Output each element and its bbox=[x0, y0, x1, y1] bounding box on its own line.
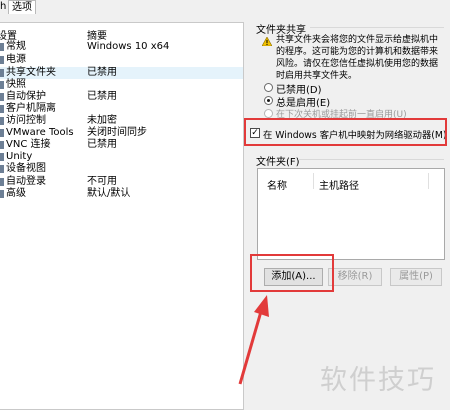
list-item-summary: 关闭时间同步 bbox=[87, 127, 147, 138]
list-item-name: VNC 连接 bbox=[6, 139, 51, 150]
snapshot-icon bbox=[0, 81, 4, 89]
warning-text-line4: 时启用共享文件夹。 bbox=[276, 71, 358, 81]
folder-properties-button[interactable]: 属性(P) bbox=[390, 268, 442, 286]
group-divider bbox=[310, 27, 444, 28]
column-header-summary[interactable]: 摘要 bbox=[87, 27, 107, 42]
list-item-advanced[interactable]: 高级 默认/默认 bbox=[0, 188, 243, 200]
list-item-general[interactable]: 常规 Windows 10 x64 bbox=[0, 41, 243, 53]
column-header-name[interactable]: 名称 bbox=[267, 177, 287, 192]
list-item-summary: Windows 10 x64 bbox=[87, 41, 170, 52]
list-item-autologin[interactable]: 自动登录 不可用 bbox=[0, 176, 243, 188]
vmware-tools-icon bbox=[0, 129, 4, 137]
list-item-shared-folders[interactable]: 共享文件夹 已禁用 bbox=[0, 67, 243, 79]
list-item-summary: 已禁用 bbox=[87, 139, 117, 150]
highlight-box-map-drive bbox=[244, 118, 447, 146]
list-item-guest-isolation[interactable]: 客户机隔离 bbox=[0, 103, 243, 115]
list-item-name: 设备视图 bbox=[6, 163, 46, 174]
settings-list: 设置 摘要 常规 Windows 10 x64 电源 共享文件夹 已禁用 快照 … bbox=[0, 22, 244, 410]
tab-options[interactable]: 选项 bbox=[8, 0, 36, 14]
list-item-name: 自动保护 bbox=[6, 91, 46, 102]
autologin-icon bbox=[0, 178, 4, 186]
power-icon bbox=[0, 56, 4, 64]
folders-group-title: 文件夹(F) bbox=[256, 157, 300, 168]
list-item-snapshots[interactable]: 快照 bbox=[0, 79, 243, 91]
list-item-name: 电源 bbox=[6, 54, 26, 65]
remove-folder-button[interactable]: 移除(R) bbox=[328, 268, 382, 286]
list-item-name: 常规 bbox=[6, 41, 26, 52]
tab-hardware-partial[interactable]: h bbox=[0, 0, 6, 13]
list-item-name: 自动登录 bbox=[6, 176, 46, 187]
list-item-name: 共享文件夹 bbox=[6, 67, 56, 78]
list-item-summary: 未加密 bbox=[87, 115, 117, 126]
watermark: 软件技巧 bbox=[320, 365, 436, 396]
list-item-summary: 已禁用 bbox=[87, 67, 117, 78]
column-header-setting[interactable]: 设置 bbox=[0, 27, 17, 42]
list-item-vmware-tools[interactable]: VMware Tools 关闭时间同步 bbox=[0, 127, 243, 139]
vnc-icon bbox=[0, 141, 4, 149]
list-item-access-control[interactable]: 访问控制 未加密 bbox=[0, 115, 243, 127]
list-item-vnc[interactable]: VNC 连接 已禁用 bbox=[0, 139, 243, 151]
shared-folder-icon bbox=[0, 69, 4, 77]
list-item-summary: 默认/默认 bbox=[87, 188, 131, 199]
list-item-summary: 不可用 bbox=[87, 176, 117, 187]
list-item-autoprotect[interactable]: 自动保护 已禁用 bbox=[0, 91, 243, 103]
list-item-summary: 已禁用 bbox=[87, 91, 117, 102]
list-item-power[interactable]: 电源 bbox=[0, 54, 243, 66]
arrow-annotation-icon bbox=[238, 295, 269, 385]
list-item-name: 访问控制 bbox=[6, 115, 46, 126]
column-header-host-path[interactable]: 主机路径 bbox=[319, 177, 359, 192]
group-divider bbox=[298, 159, 444, 160]
radio-until-poweroff[interactable] bbox=[264, 109, 273, 118]
shared-folders-list[interactable]: 名称 主机路径 bbox=[257, 168, 445, 260]
list-item-unity[interactable]: Unity bbox=[0, 151, 243, 163]
list-item-name: VMware Tools bbox=[6, 127, 74, 138]
radio-always-enabled[interactable] bbox=[264, 96, 273, 105]
highlight-box-add bbox=[250, 254, 334, 292]
radio-disabled[interactable] bbox=[264, 83, 273, 92]
warning-icon bbox=[262, 37, 272, 46]
tab-strip bbox=[0, 0, 450, 14]
list-item-name: 快照 bbox=[6, 79, 26, 90]
unity-icon bbox=[0, 153, 4, 161]
column-divider bbox=[428, 173, 429, 189]
column-divider bbox=[313, 173, 314, 189]
list-item-name: Unity bbox=[6, 151, 33, 162]
general-icon bbox=[0, 43, 4, 51]
lock-icon bbox=[0, 117, 4, 125]
isolation-icon bbox=[0, 105, 4, 113]
list-item-name: 高级 bbox=[6, 188, 26, 199]
autoprotect-icon bbox=[0, 93, 4, 101]
device-view-icon bbox=[0, 165, 4, 173]
advanced-icon bbox=[0, 190, 4, 198]
list-item-device-view[interactable]: 设备视图 bbox=[0, 163, 243, 175]
list-item-name: 客户机隔离 bbox=[6, 103, 56, 114]
